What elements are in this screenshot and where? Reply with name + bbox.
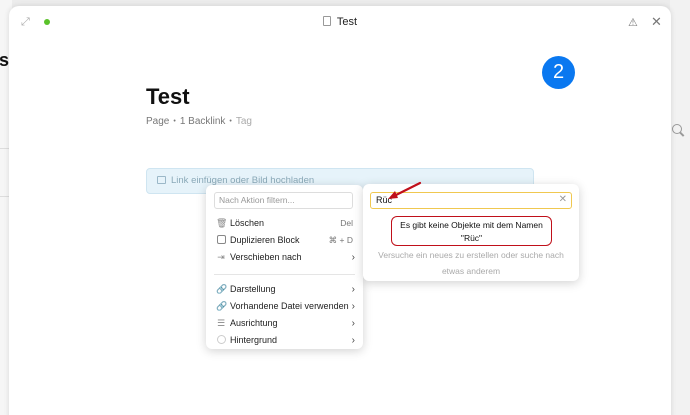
- share-icon[interactable]: ⚠: [628, 16, 638, 29]
- image-icon: [157, 176, 166, 184]
- search-icon[interactable]: [672, 124, 682, 134]
- titlebar: ⤢ Test ⚠ ✕: [9, 6, 671, 40]
- menu-item-background[interactable]: Hintergrund ›: [206, 332, 363, 349]
- align-icon: ☰: [216, 318, 226, 328]
- page-type[interactable]: Page: [146, 116, 169, 127]
- link-icon: 🔗: [216, 301, 228, 311]
- backlinks-link[interactable]: 1 Backlink: [180, 116, 226, 127]
- background-window-right: [670, 0, 690, 415]
- page-meta: Page • 1 Backlink • Tag: [146, 116, 252, 127]
- chevron-right-icon: ›: [351, 335, 355, 346]
- menu-item-move[interactable]: ⇥ Verschieben nach ›: [206, 249, 363, 266]
- clear-icon[interactable]: ✕: [559, 193, 567, 207]
- chevron-right-icon: ›: [351, 252, 355, 263]
- menu-item-delete[interactable]: 🗑 Löschen Del: [206, 215, 363, 232]
- close-icon[interactable]: ✕: [651, 14, 662, 30]
- action-menu: Nach Aktion filtern... 🗑 Löschen Del Dup…: [206, 185, 363, 349]
- chevron-right-icon: ›: [351, 301, 355, 312]
- menu-item-appearance[interactable]: 🔗 Darstellung ›: [206, 281, 363, 298]
- menu-item-duplicate[interactable]: Duplizieren Block ⌘ + D: [206, 232, 363, 249]
- editor-window: ⤢ Test ⚠ ✕ 2 Test Page • 1 Backlink • Tag Li…: [9, 6, 671, 415]
- page-title[interactable]: Test: [146, 84, 190, 110]
- search-hint: Versuche ein neues zu erstellen oder suc…: [378, 250, 564, 276]
- window-title: Test: [9, 16, 671, 28]
- circle-icon: [216, 335, 226, 345]
- step-badge: 2: [542, 56, 575, 89]
- menu-item-alignment[interactable]: ☰ Ausrichtung ›: [206, 315, 363, 332]
- action-filter-input[interactable]: Nach Aktion filtern...: [214, 192, 353, 209]
- trash-icon: 🗑: [216, 218, 228, 228]
- chevron-right-icon: ›: [351, 318, 355, 329]
- link-icon: 🔗: [216, 284, 228, 294]
- not-found-message: Es gibt keine Objekte mit dem Namen "Rüc…: [391, 216, 552, 246]
- tag-field[interactable]: Tag: [236, 116, 252, 127]
- move-icon: ⇥: [217, 252, 225, 262]
- duplicate-icon: [216, 235, 226, 245]
- menu-item-existing-file[interactable]: 🔗 Vorhandene Datei verwenden ›: [206, 298, 363, 315]
- chevron-right-icon: ›: [351, 284, 355, 295]
- file-icon: [322, 16, 331, 26]
- annotation-arrow-icon: [388, 181, 422, 199]
- menu-divider: [214, 274, 355, 275]
